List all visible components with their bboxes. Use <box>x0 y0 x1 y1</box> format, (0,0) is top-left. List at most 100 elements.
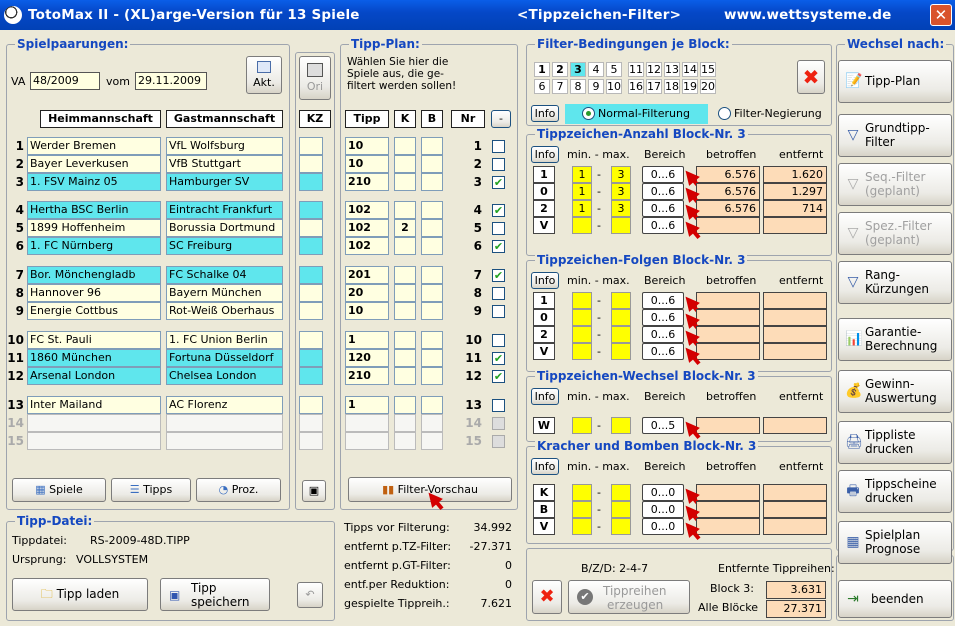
home-team-field[interactable]: Energie Cottbus <box>27 302 161 320</box>
side-button-6[interactable]: 💰 Gewinn- Auswertung <box>838 370 952 413</box>
away-team-field[interactable]: VfL Wolfsburg <box>166 137 283 155</box>
anzahl-max-field[interactable]: 3 <box>611 166 631 183</box>
block-button-19[interactable]: 19 <box>682 79 698 94</box>
block-button-4[interactable]: 4 <box>588 62 604 77</box>
home-team-field[interactable]: 1860 München <box>27 349 161 367</box>
k-field[interactable]: 2 <box>394 219 416 237</box>
block-button-14[interactable]: 14 <box>682 62 698 77</box>
side-button-3[interactable]: ▽ Spez.-Filter (geplant) <box>838 212 952 255</box>
tipp-field[interactable]: 10 <box>345 155 389 173</box>
va-field[interactable]: 48/2009 <box>30 72 100 90</box>
tippreihen-erzeugen-button[interactable]: ✔ Tippreihen erzeugen <box>568 580 690 614</box>
kracher-range-button[interactable]: 0...0 <box>642 484 684 501</box>
tipp-speichern-button[interactable]: ▣ Tipp speichern <box>160 578 270 611</box>
kz-field[interactable] <box>299 266 323 284</box>
k-field[interactable] <box>394 201 416 219</box>
b-field[interactable] <box>421 349 443 367</box>
tipp-field[interactable]: 210 <box>345 173 389 191</box>
b-field[interactable] <box>421 367 443 385</box>
tipp-field[interactable] <box>345 432 389 450</box>
block-button-13[interactable]: 13 <box>664 62 680 77</box>
k-field[interactable] <box>394 237 416 255</box>
folgen-max-field[interactable] <box>611 343 631 360</box>
side-button-2[interactable]: ▽ Seq.-Filter (geplant) <box>838 163 952 206</box>
block-button-9[interactable]: 9 <box>588 79 604 94</box>
away-team-field[interactable] <box>166 432 283 450</box>
game-checkbox[interactable] <box>492 305 505 318</box>
game-checkbox[interactable] <box>492 222 505 235</box>
k-field[interactable] <box>394 155 416 173</box>
game-checkbox[interactable]: ✔ <box>492 352 505 365</box>
k-field[interactable] <box>394 284 416 302</box>
block-button-15[interactable]: 15 <box>700 62 716 77</box>
close-button[interactable]: ✕ <box>930 4 952 26</box>
folgen-min-field[interactable] <box>572 292 592 309</box>
kracher-max-field[interactable] <box>611 501 631 518</box>
b-field[interactable] <box>421 201 443 219</box>
game-checkbox[interactable] <box>492 287 505 300</box>
folgen-range-button[interactable]: 0...6 <box>642 309 684 326</box>
anzahl-range-button[interactable]: 0...6 <box>642 183 684 200</box>
tipp-field[interactable]: 1 <box>345 396 389 414</box>
folgen-range-button[interactable]: 0...6 <box>642 343 684 360</box>
anzahl-range-button[interactable]: 0...6 <box>642 217 684 234</box>
game-checkbox[interactable] <box>492 158 505 171</box>
b-field[interactable] <box>421 266 443 284</box>
wechsel-min-field[interactable] <box>572 417 592 434</box>
away-team-field[interactable]: Rot-Weiß Oberhaus <box>166 302 283 320</box>
k-field[interactable] <box>394 302 416 320</box>
tipps-button[interactable]: ☰ Tipps <box>111 478 191 502</box>
kz-field[interactable] <box>299 432 323 450</box>
away-team-field[interactable] <box>166 414 283 432</box>
tipp-laden-button[interactable]: 🗀 Tipp laden <box>12 578 148 611</box>
side-button-1[interactable]: ▽ Grundtipp- Filter <box>838 114 952 157</box>
tipp-field[interactable]: 102 <box>345 219 389 237</box>
b-field[interactable] <box>421 414 443 432</box>
folgen-max-field[interactable] <box>611 309 631 326</box>
tipp-field[interactable] <box>345 414 389 432</box>
away-team-field[interactable]: AC Florenz <box>166 396 283 414</box>
away-team-field[interactable]: VfB Stuttgart <box>166 155 283 173</box>
anzahl-info-button[interactable]: Info <box>531 146 559 163</box>
k-field[interactable] <box>394 173 416 191</box>
tipp-field[interactable]: 10 <box>345 302 389 320</box>
anzahl-max-field[interactable]: 3 <box>611 200 631 217</box>
k-field[interactable] <box>394 396 416 414</box>
home-team-field[interactable]: Bayer Leverkusen <box>27 155 161 173</box>
side-button-4[interactable]: ▽ Rang- Kürzungen <box>838 261 952 304</box>
block-button-2[interactable]: 2 <box>552 62 568 77</box>
game-checkbox[interactable]: ✔ <box>492 370 505 383</box>
home-team-field[interactable]: Hertha BSC Berlin <box>27 201 161 219</box>
away-team-field[interactable]: Hamburger SV <box>166 173 283 191</box>
home-team-field[interactable]: Hannover 96 <box>27 284 161 302</box>
home-team-field[interactable]: FC St. Pauli <box>27 331 161 349</box>
kz-field[interactable] <box>299 201 323 219</box>
clear-blocks-button[interactable]: ✖ <box>797 60 825 94</box>
tipp-field[interactable]: 120 <box>345 349 389 367</box>
away-team-field[interactable]: Bayern München <box>166 284 283 302</box>
kz-field[interactable] <box>299 367 323 385</box>
tipp-field[interactable]: 102 <box>345 201 389 219</box>
home-team-field[interactable]: 1. FC Nürnberg <box>27 237 161 255</box>
k-field[interactable] <box>394 349 416 367</box>
b-field[interactable] <box>421 137 443 155</box>
side-button-0[interactable]: 📝 Tipp-Plan <box>838 60 952 103</box>
b-field[interactable] <box>421 396 443 414</box>
anzahl-min-field[interactable]: 1 <box>572 200 592 217</box>
folgen-range-button[interactable]: 0...6 <box>642 292 684 309</box>
block-button-10[interactable]: 10 <box>606 79 622 94</box>
folgen-range-button[interactable]: 0...6 <box>642 326 684 343</box>
kz-field[interactable] <box>299 414 323 432</box>
proz-button[interactable]: ◔ Proz. <box>196 478 281 502</box>
kz-field[interactable] <box>299 173 323 191</box>
home-team-field[interactable]: Inter Mailand <box>27 396 161 414</box>
kz-save-button[interactable]: ▣ <box>302 480 326 502</box>
block-button-17[interactable]: 17 <box>646 79 662 94</box>
wechsel-info-button[interactable]: Info <box>531 388 559 405</box>
home-team-field[interactable]: Arsenal London <box>27 367 161 385</box>
side-button-9[interactable]: ▦ Spielplan Prognose <box>838 521 952 564</box>
block-button-16[interactable]: 16 <box>628 79 644 94</box>
anzahl-min-field[interactable]: 1 <box>572 166 592 183</box>
kz-field[interactable] <box>299 396 323 414</box>
anzahl-min-field[interactable]: 1 <box>572 183 592 200</box>
